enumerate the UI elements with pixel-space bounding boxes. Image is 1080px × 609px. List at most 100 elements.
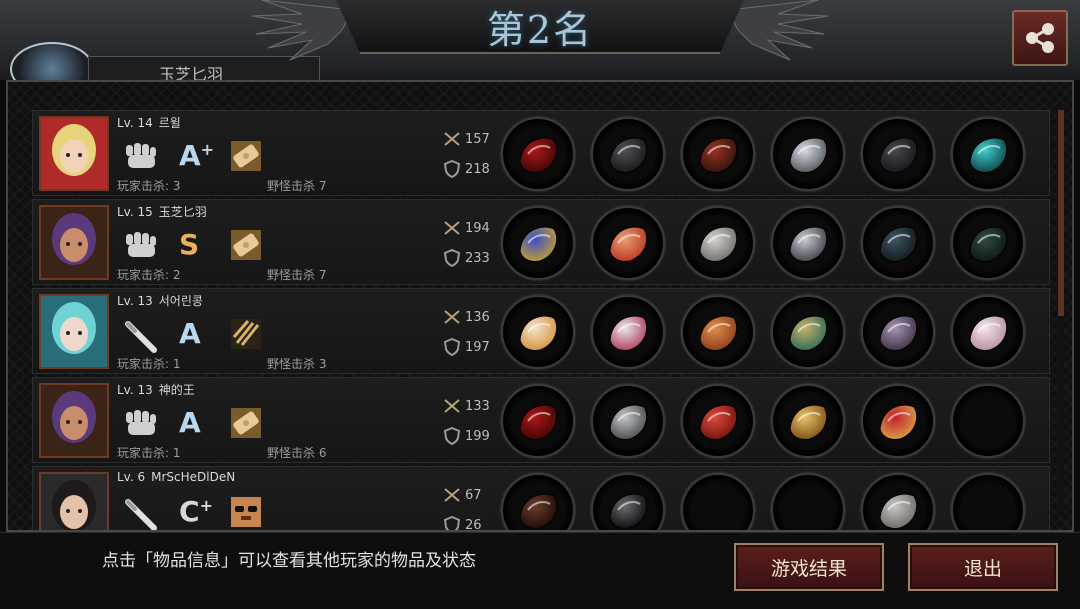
player-name: 神的王 <box>158 383 195 397</box>
pink-mask-icon[interactable] <box>591 295 665 369</box>
grade-letter: A <box>179 139 201 172</box>
pearl-icon[interactable] <box>951 295 1025 369</box>
teal-eye-icon[interactable] <box>951 117 1025 191</box>
player-row[interactable]: Lv. 6 MrScHeDlDeN C+ 67 26 <box>32 466 1050 532</box>
attack-stat: 194 <box>443 220 490 236</box>
feather-fan-icon[interactable] <box>501 295 575 369</box>
player-name: MrScHeDlDeN <box>151 470 236 484</box>
black-helmet-icon[interactable] <box>591 117 665 191</box>
behind-name: 玉芝匕羽 <box>159 65 224 81</box>
player-name: 르윌 <box>158 116 181 130</box>
winged-tiara-icon[interactable] <box>591 206 665 280</box>
red-claw-icon[interactable] <box>501 384 575 458</box>
jade-bracelet-icon[interactable] <box>771 295 845 369</box>
purple-boots-icon[interactable] <box>861 295 935 369</box>
empty-item-slot[interactable] <box>951 473 1025 530</box>
monster-kills: 野怪击杀 7 <box>267 179 327 193</box>
defense-stat: 233 <box>443 249 490 267</box>
red-cloak-icon[interactable] <box>681 384 755 458</box>
level-label: Lv. 13 서어린콩 <box>117 292 203 309</box>
empty-item-slot[interactable] <box>771 473 845 530</box>
defense-value: 26 <box>465 517 482 532</box>
bandage-icon[interactable] <box>231 230 261 260</box>
player-level: Lv. 15 <box>117 205 153 219</box>
level-label: Lv. 13 神的王 <box>117 381 195 398</box>
hooded-man-portrait[interactable] <box>39 383 109 458</box>
attack-stat: 67 <box>443 487 482 503</box>
crossed-swords-icon <box>444 399 460 413</box>
empty-item-slot[interactable] <box>951 384 1025 458</box>
red-heels-icon[interactable] <box>861 384 935 458</box>
bat-icon <box>123 497 159 530</box>
fist-icon <box>123 408 159 438</box>
silver-armor-icon[interactable] <box>681 206 755 280</box>
grade-badge: A+ <box>179 139 214 173</box>
defense-stat: 199 <box>443 427 490 445</box>
player-row[interactable]: Lv. 13 神的王 A 玩家击杀: 1 野怪击杀 6 133 199 <box>32 377 1050 463</box>
black-boots-icon[interactable] <box>861 117 935 191</box>
player-level: Lv. 13 <box>117 294 153 308</box>
player-list-panel: Lv. 14 르윌 A+ 玩家击杀: 3 野怪击杀 7 157 218 Lv. 15 玉芝匕羽 S… <box>6 80 1074 532</box>
crossed-swords-icon <box>444 221 460 235</box>
bandage-icon[interactable] <box>231 141 261 171</box>
shield-icon <box>443 160 461 178</box>
grade-badge: S <box>179 228 199 262</box>
black-headband-icon[interactable] <box>591 473 665 530</box>
player-level: Lv. 6 <box>117 470 146 484</box>
defense-stat: 26 <box>443 516 482 532</box>
player-row[interactable]: Lv. 15 玉芝匕羽 S 玩家击杀: 2 野怪击杀 7 194 233 <box>32 199 1050 285</box>
share-button[interactable] <box>1012 10 1068 66</box>
knight-helmet-icon[interactable] <box>591 384 665 458</box>
sunglasses-face-icon[interactable] <box>231 497 261 527</box>
crossed-swords-icon <box>444 310 460 324</box>
hint-text: 点击「物品信息」可以查看其他玩家的物品及状态 <box>102 551 476 571</box>
player-row[interactable]: Lv. 14 르윌 A+ 玩家击杀: 3 野怪击杀 7 157 218 <box>32 110 1050 196</box>
defense-stat: 197 <box>443 338 490 356</box>
grade-plus: + <box>199 496 213 515</box>
share-icon <box>1026 23 1054 53</box>
dark-boots-icon[interactable] <box>861 206 935 280</box>
defense-stat: 218 <box>443 160 490 178</box>
scale-armor-icon[interactable] <box>681 295 755 369</box>
empty-item-slot[interactable] <box>681 473 755 530</box>
player-kills: 玩家击杀: 1 <box>117 357 181 371</box>
player-level: Lv. 14 <box>117 116 153 130</box>
blonde-girl-portrait[interactable] <box>39 116 109 191</box>
game-result-button[interactable]: 游戏结果 <box>734 543 884 591</box>
grade-badge: A <box>179 317 201 351</box>
fist-icon <box>123 141 159 171</box>
player-rows: Lv. 14 르윌 A+ 玩家击杀: 3 野怪击杀 7 157 218 Lv. 15 玉芝匕羽 S… <box>32 110 1050 532</box>
grade-letter: S <box>179 228 200 261</box>
shield-icon <box>443 516 461 530</box>
grade-plus: + <box>200 140 215 159</box>
scrollbar[interactable] <box>1058 110 1064 516</box>
gold-shield-icon[interactable] <box>771 384 845 458</box>
footer-bar: 点击「物品信息」可以查看其他玩家的物品及状态 游戏结果 退出 <box>0 532 1080 609</box>
teal-hair-girl-portrait[interactable] <box>39 294 109 369</box>
defense-value: 218 <box>465 161 490 177</box>
slippers-icon[interactable] <box>861 473 935 530</box>
attack-value: 157 <box>465 131 490 147</box>
level-label: Lv. 14 르윌 <box>117 114 181 131</box>
player-row[interactable]: Lv. 13 서어린콩 A 玩家击杀: 1 野怪击杀 3 136 197 <box>32 288 1050 374</box>
crossed-swords-icon <box>444 132 460 146</box>
whip-icon[interactable] <box>501 473 575 530</box>
claw-scratch-icon[interactable] <box>231 319 261 349</box>
bandage-icon[interactable] <box>231 408 261 438</box>
hooded-man-portrait[interactable] <box>39 205 109 280</box>
wing-ornament-left <box>251 0 352 61</box>
silver-blade-icon[interactable] <box>771 117 845 191</box>
glasses-woman-portrait[interactable] <box>39 472 109 530</box>
fist-icon <box>123 230 159 260</box>
scroll-thumb[interactable] <box>1058 110 1064 316</box>
scope-icon[interactable] <box>951 206 1025 280</box>
grade-letter: A <box>179 317 201 350</box>
wing-ornament-right <box>728 0 829 61</box>
monster-kills: 野怪击杀 3 <box>267 357 327 371</box>
exit-button[interactable]: 退出 <box>908 543 1058 591</box>
shield-icon <box>443 338 461 356</box>
red-armor-icon[interactable] <box>681 117 755 191</box>
red-claw-icon[interactable] <box>501 117 575 191</box>
steel-disc-icon[interactable] <box>771 206 845 280</box>
blue-gauntlet-icon[interactable] <box>501 206 575 280</box>
